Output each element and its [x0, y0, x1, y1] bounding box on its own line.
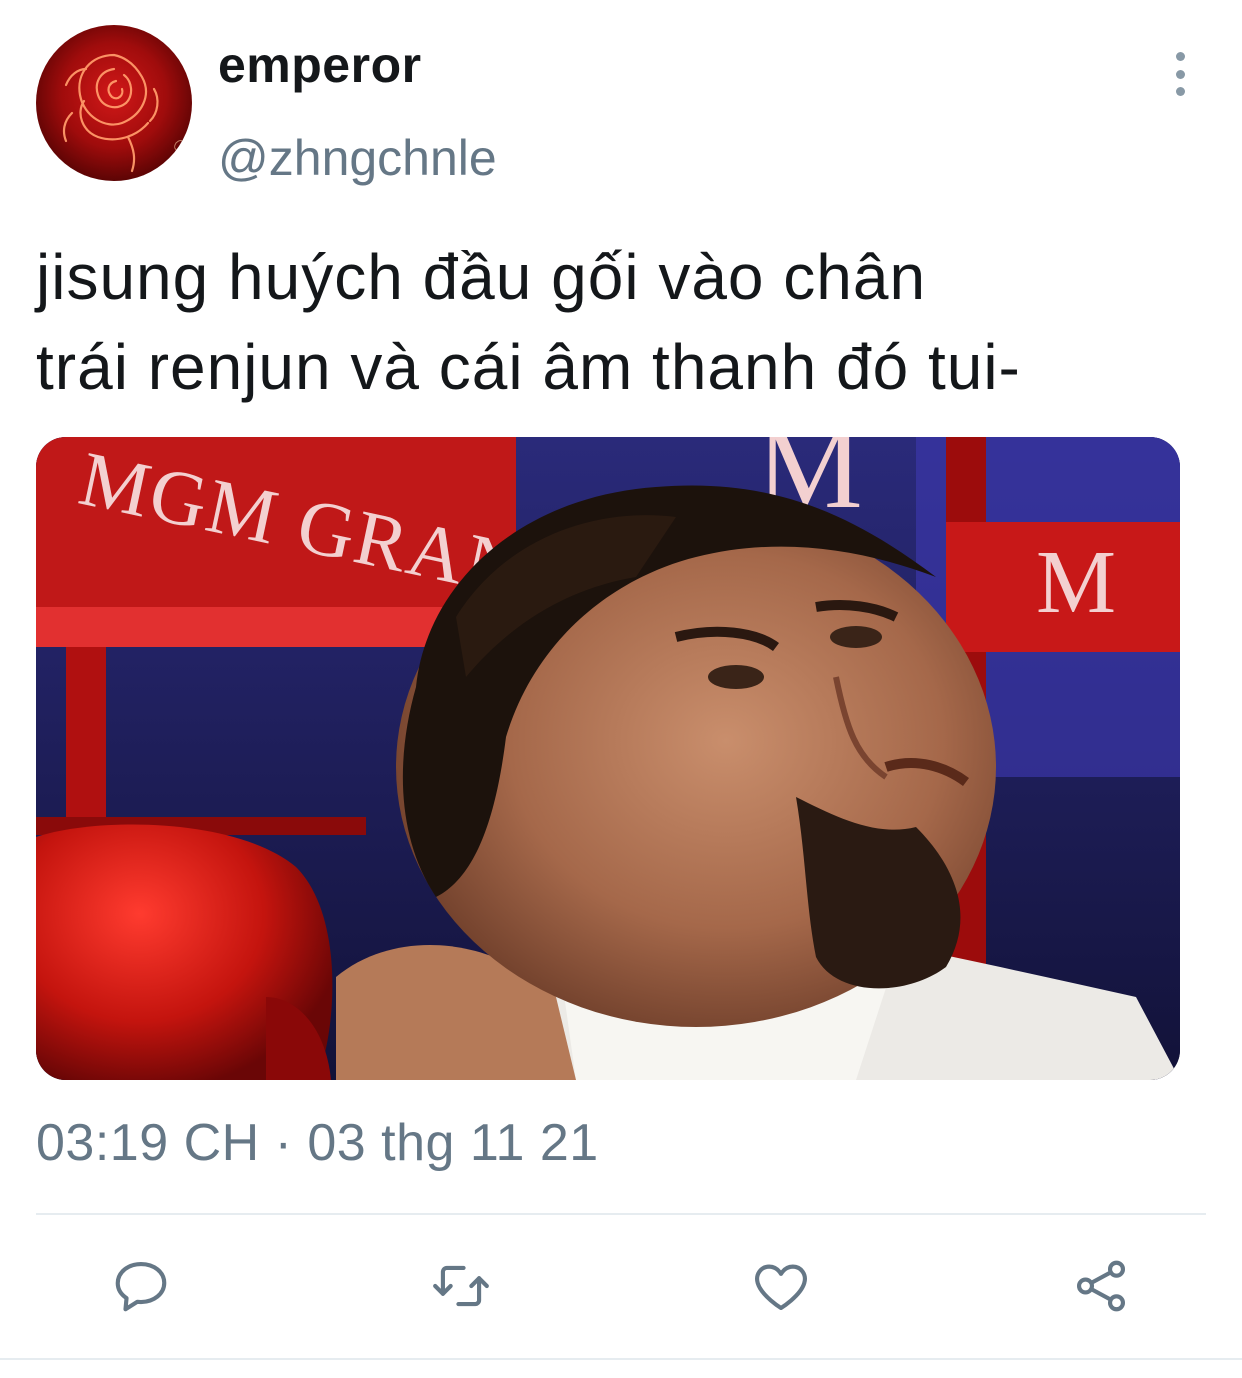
more-options-button[interactable] — [1160, 52, 1200, 96]
rose-avatar-image — [62, 53, 185, 173]
ring-sign-right: M — [1036, 533, 1116, 632]
avatar[interactable] — [36, 25, 192, 181]
user-handle[interactable]: @zhngchnle — [218, 133, 497, 183]
tweet-media-image[interactable]: MGM GRAND M M — [36, 437, 1180, 1080]
reply-button[interactable] — [108, 1253, 174, 1319]
tweet-text-line-1: jisung huých đầu gối vào chân — [36, 241, 927, 313]
retweet-icon — [433, 1265, 489, 1307]
boxer-photo: MGM GRAND M M — [36, 437, 1180, 1080]
like-button[interactable] — [748, 1253, 814, 1319]
reply-icon — [115, 1261, 167, 1312]
divider — [0, 1358, 1242, 1360]
heart-icon — [755, 1264, 807, 1311]
retweet-button[interactable] — [428, 1253, 494, 1319]
tweet-timestamp[interactable]: 03:19 CH · 03 thg 11 21 — [36, 1117, 599, 1169]
tweet-text: jisung huých đầu gối vào chân trái renju… — [36, 232, 1216, 412]
display-name[interactable]: emperor — [218, 40, 422, 90]
tweet-text-line-2: trái renjun và cái âm thanh đó tui- — [36, 331, 1021, 403]
share-icon — [1076, 1260, 1126, 1312]
share-button[interactable] — [1068, 1253, 1134, 1319]
more-vertical-icon — [1175, 52, 1185, 61]
divider — [36, 1213, 1206, 1215]
